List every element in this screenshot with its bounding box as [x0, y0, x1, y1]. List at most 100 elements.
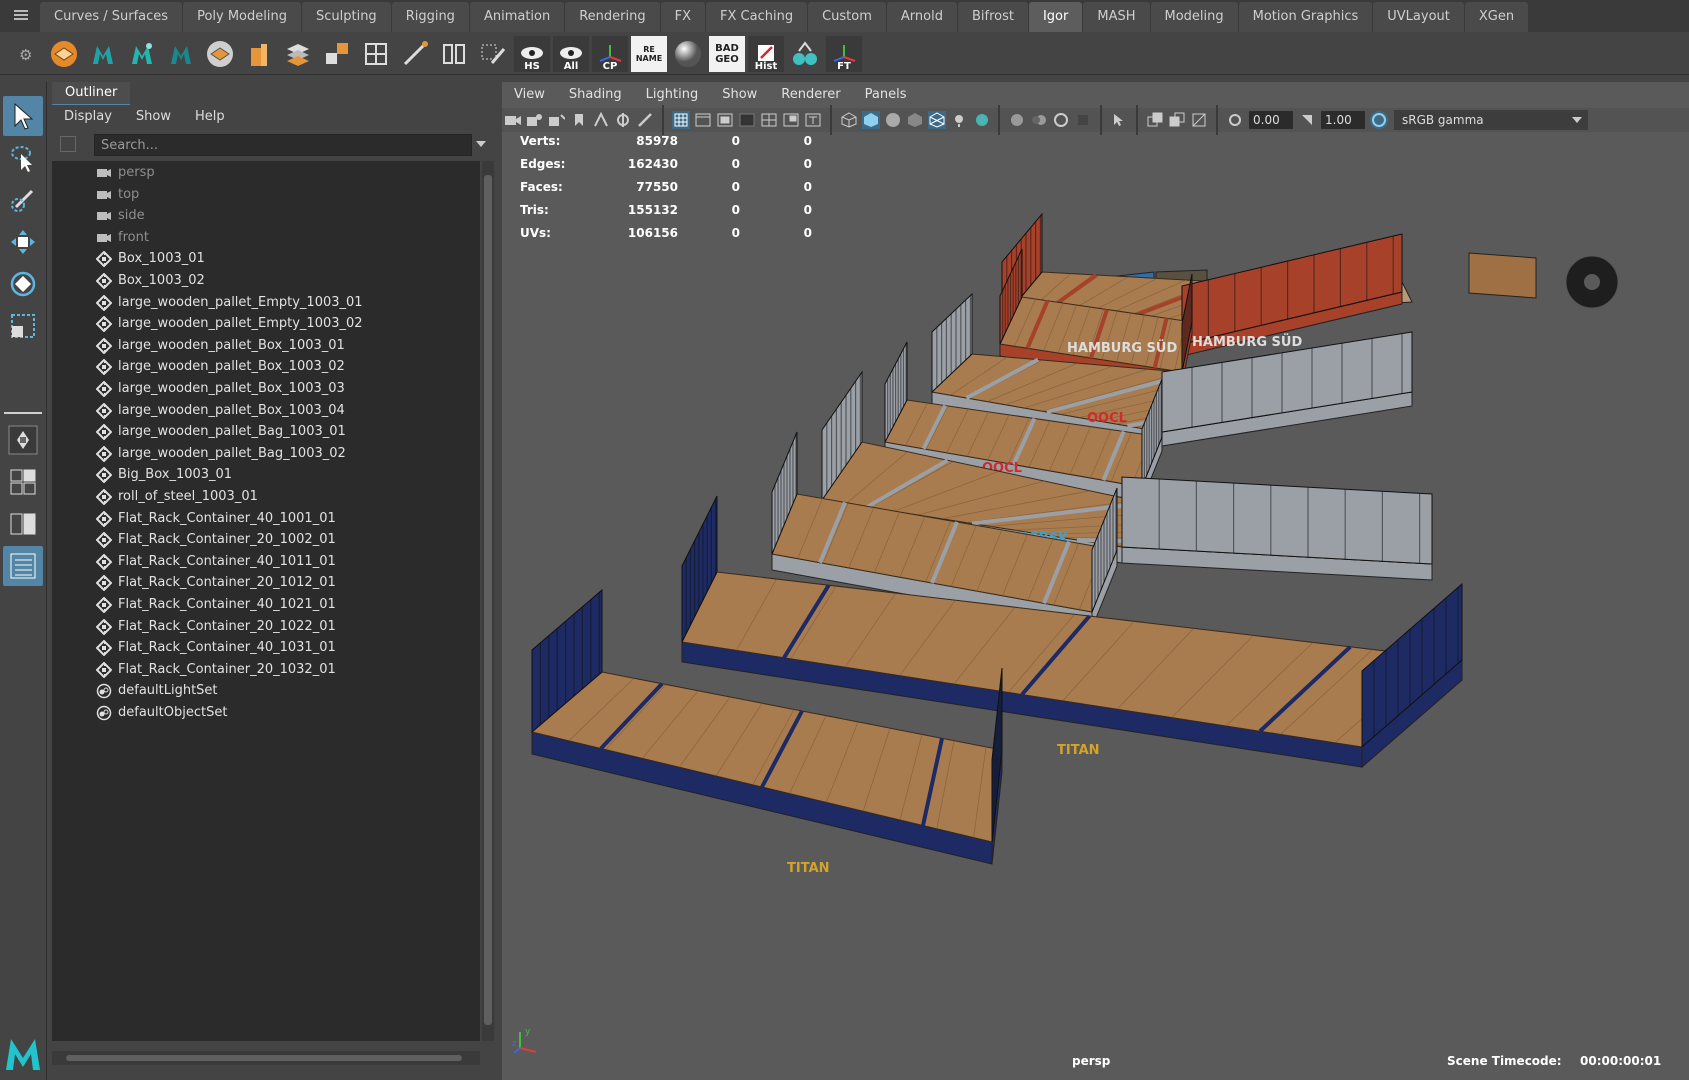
smooth-shade-icon[interactable] — [862, 111, 880, 129]
shelf-tab-xgen[interactable]: XGen — [1464, 2, 1529, 32]
outliner-item[interactable]: front — [52, 226, 480, 249]
2d-pan-zoom-icon[interactable] — [614, 111, 632, 129]
shelf-tab-fx-caching[interactable]: FX Caching — [706, 2, 808, 32]
xray-icon[interactable] — [1146, 111, 1164, 129]
delete-history-button[interactable]: Hist — [748, 36, 784, 72]
outliner-item[interactable]: large_wooden_pallet_Empty_1003_01 — [52, 291, 480, 314]
stack-layers-icon[interactable] — [280, 36, 316, 72]
grid-layout-icon[interactable] — [358, 36, 394, 72]
show-all-button[interactable]: All — [553, 36, 589, 72]
shelf-tab-curves-surfaces[interactable]: Curves / Surfaces — [40, 2, 183, 32]
shelf-tab-poly-modeling[interactable]: Poly Modeling — [183, 2, 301, 32]
multisample-aa-icon[interactable] — [1052, 111, 1070, 129]
shelf-tab-igor[interactable]: Igor — [1028, 2, 1083, 32]
outliner-item[interactable]: Flat_Rack_Container_40_1001_01 — [52, 507, 480, 530]
color-management-icon[interactable] — [1370, 111, 1388, 129]
outliner-item[interactable]: Big_Box_1003_01 — [52, 463, 480, 486]
paint-select-tool-icon[interactable] — [3, 180, 43, 220]
filter-icon[interactable] — [60, 136, 76, 152]
outliner-item[interactable]: large_wooden_pallet_Box_1003_03 — [52, 377, 480, 400]
wireframe-icon[interactable] — [840, 111, 858, 129]
outliner-item[interactable]: Flat_Rack_Container_20_1032_01 — [52, 658, 480, 681]
outliner-item[interactable]: Flat_Rack_Container_20_1022_01 — [52, 615, 480, 638]
field-chart-icon[interactable] — [760, 111, 778, 129]
material-sphere-icon[interactable] — [670, 36, 706, 72]
depth-of-field-icon[interactable] — [1074, 111, 1092, 129]
shelf-tab-motion-graphics[interactable]: Motion Graphics — [1238, 2, 1373, 32]
outliner-menu-show[interactable]: Show — [124, 106, 183, 128]
scroll-thumb[interactable] — [66, 1055, 462, 1061]
image-plane-icon[interactable] — [592, 111, 610, 129]
shelf-menu-icon[interactable] — [14, 10, 28, 20]
outliner-item[interactable]: Box_1003_01 — [52, 247, 480, 270]
shelf-tab-arnold[interactable]: Arnold — [886, 2, 957, 32]
extrude-icon[interactable] — [241, 36, 277, 72]
scale-tool-icon[interactable] — [3, 306, 43, 346]
outliner-item[interactable]: top — [52, 183, 480, 206]
textured-icon[interactable] — [906, 111, 924, 129]
film-gate-icon[interactable] — [694, 111, 712, 129]
mash-repro-icon[interactable] — [163, 36, 199, 72]
outliner-item[interactable]: large_wooden_pallet_Bag_1003_01 — [52, 420, 480, 443]
shelf-tab-uvlayout[interactable]: UVLayout — [1373, 2, 1464, 32]
gear-icon[interactable]: ⚙ — [19, 46, 32, 64]
panel-menu-view[interactable]: View — [502, 84, 557, 106]
outliner-item[interactable]: defaultLightSet — [52, 679, 480, 702]
bad-geo-button[interactable]: BAD GEO — [709, 36, 745, 72]
outliner-item[interactable]: large_wooden_pallet_Box_1003_01 — [52, 334, 480, 357]
xray-active-icon[interactable] — [1168, 111, 1186, 129]
gamma-field[interactable]: 1.00 — [1321, 111, 1365, 129]
mash-network-icon[interactable] — [85, 36, 121, 72]
screen-space-ao-icon[interactable] — [1008, 111, 1026, 129]
scroll-thumb[interactable] — [484, 175, 492, 1025]
xray-joints-icon[interactable] — [1190, 111, 1208, 129]
shelf-tab-fx[interactable]: FX — [660, 2, 706, 32]
shelf-tab-mash[interactable]: MASH — [1083, 2, 1150, 32]
panel-menu-lighting[interactable]: Lighting — [634, 84, 711, 106]
outliner-layout-icon[interactable] — [3, 546, 43, 586]
outliner-item[interactable]: large_wooden_pallet_Box_1003_04 — [52, 399, 480, 422]
default-material-icon[interactable] — [884, 111, 902, 129]
panel-menu-show[interactable]: Show — [710, 84, 769, 106]
snap-pencil-icon[interactable] — [475, 36, 511, 72]
shelf-tab-bifrost[interactable]: Bifrost — [957, 2, 1028, 32]
rename-button[interactable]: RE NAME — [631, 36, 667, 72]
motion-blur-icon[interactable] — [1030, 111, 1048, 129]
wireframe-on-shaded-icon[interactable] — [928, 111, 946, 129]
safe-title-icon[interactable] — [804, 111, 822, 129]
single-perspective-layout-icon[interactable] — [3, 420, 43, 460]
camera-select-icon[interactable] — [504, 111, 522, 129]
search-input[interactable] — [94, 134, 472, 156]
rotate-tool-icon[interactable] — [3, 264, 43, 304]
panel-menu-shading[interactable]: Shading — [557, 84, 634, 106]
shelf-tab-animation[interactable]: Animation — [469, 2, 565, 32]
mirror-icon[interactable] — [436, 36, 472, 72]
outliner-item[interactable]: persp — [52, 161, 480, 184]
outliner-vertical-scrollbar[interactable] — [482, 161, 494, 1041]
outliner-horizontal-scrollbar[interactable] — [52, 1051, 480, 1065]
isolate-select-icon[interactable] — [1110, 111, 1128, 129]
camera-attributes-icon[interactable] — [526, 111, 544, 129]
safe-action-icon[interactable] — [782, 111, 800, 129]
shelf-tab-sculpting[interactable]: Sculpting — [301, 2, 391, 32]
lasso-tool-icon[interactable] — [3, 138, 43, 178]
grease-pencil-icon[interactable] — [636, 111, 654, 129]
use-all-lights-icon[interactable] — [950, 111, 968, 129]
outliner-item[interactable]: Flat_Rack_Container_40_1021_01 — [52, 593, 480, 616]
move-tool-icon[interactable] — [3, 222, 43, 262]
outliner-title-tab[interactable]: Outliner — [52, 82, 131, 105]
outliner-item[interactable]: Flat_Rack_Container_40_1011_01 — [52, 550, 480, 573]
uv-tools-icon[interactable] — [787, 36, 823, 72]
viewport-panel[interactable]: HAMBURG SÜDHAMBURG SÜDOOCLOOCLMAERSKMAER… — [502, 82, 1689, 1080]
outliner-item[interactable]: large_wooden_pallet_Empty_1003_02 — [52, 312, 480, 335]
outliner-item[interactable]: Flat_Rack_Container_20_1002_01 — [52, 528, 480, 551]
shadows-icon[interactable] — [972, 111, 990, 129]
bookmark-camera-icon[interactable] — [548, 111, 566, 129]
freeze-transforms-button[interactable]: FT — [826, 36, 862, 72]
gate-mask-icon[interactable] — [738, 111, 756, 129]
outliner-item[interactable]: Flat_Rack_Container_40_1031_01 — [52, 636, 480, 659]
outliner-item[interactable]: large_wooden_pallet_Box_1003_02 — [52, 355, 480, 378]
outliner-item[interactable]: Flat_Rack_Container_20_1012_01 — [52, 571, 480, 594]
hide-selected-button[interactable]: HS — [514, 36, 550, 72]
outliner-menu-display[interactable]: Display — [52, 106, 124, 128]
